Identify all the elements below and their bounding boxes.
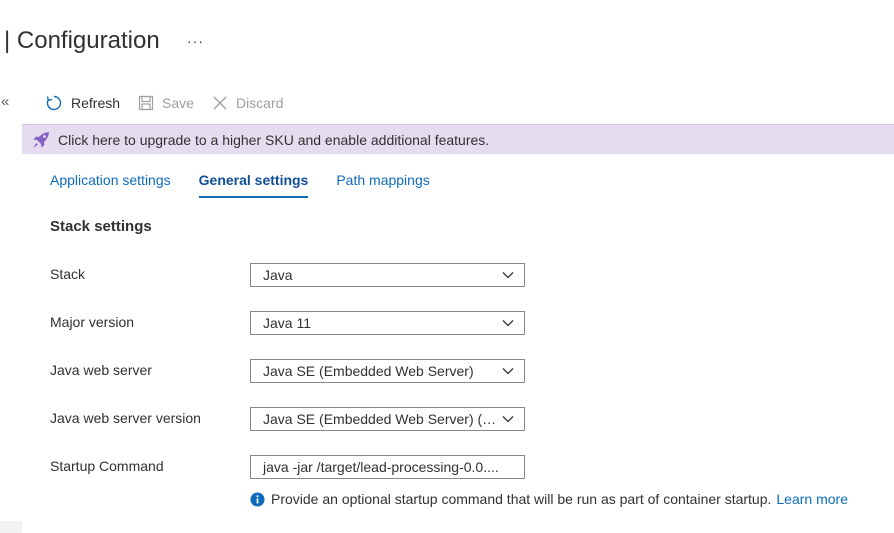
chevron-down-icon [502,320,514,327]
startup-command-hint: Provide an optional startup command that… [250,491,848,507]
collapse-sidebar-icon[interactable]: « [1,93,9,110]
stack-dropdown[interactable]: Java [250,263,525,287]
save-label: Save [162,95,194,111]
major-version-value: Java 11 [263,315,311,331]
section-title: Stack settings [50,218,152,235]
upgrade-banner[interactable]: Click here to upgrade to a higher SKU an… [22,124,894,154]
info-icon [250,491,265,507]
hint-text: Provide an optional startup command that… [271,491,772,507]
save-icon [138,95,154,111]
discard-label: Discard [235,95,284,111]
refresh-label: Refresh [71,95,121,111]
major-version-dropdown[interactable]: Java 11 [250,311,525,335]
upgrade-banner-text: Click here to upgrade to a higher SKU an… [58,131,490,148]
stack-label: Stack [50,266,86,282]
save-button[interactable]: Save [138,95,194,111]
startup-command-label: Startup Command [50,458,164,474]
refresh-button[interactable]: Refresh [45,94,120,112]
major-version-label: Major version [50,314,135,330]
command-bar: Refresh Save Discard [45,92,301,114]
java-web-server-version-label: Java web server version [50,410,201,426]
learn-more-link[interactable]: Learn more [776,491,848,507]
java-web-server-version-dropdown[interactable]: Java SE (Embedded Web Server) (aut... [250,407,525,431]
java-web-server-label: Java web server [50,362,152,378]
page-title: | Configuration [4,27,160,54]
discard-icon [213,96,227,110]
startup-command-value: java -jar /target/lead-processing-0.0...… [263,459,499,475]
startup-command-input[interactable]: java -jar /target/lead-processing-0.0...… [250,455,525,479]
refresh-icon [46,95,62,111]
java-web-server-version-value: Java SE (Embedded Web Server) (aut... [263,411,500,427]
java-web-server-dropdown[interactable]: Java SE (Embedded Web Server) [250,359,525,383]
settings-tabs: Application settings General settings Pa… [50,170,458,200]
chevron-down-icon [502,272,514,279]
discard-button[interactable]: Discard [212,95,283,111]
chevron-down-icon [502,368,514,375]
rocket-icon [33,131,49,148]
java-web-server-value: Java SE (Embedded Web Server) [263,363,474,379]
scrollbar[interactable] [0,521,22,533]
tab-path-mappings[interactable]: Path mappings [336,170,429,198]
tab-general-settings[interactable]: General settings [198,170,308,198]
tab-application-settings[interactable]: Application settings [50,170,171,198]
chevron-down-icon [502,416,514,423]
more-options-button[interactable]: ··· [187,33,204,49]
stack-value: Java [263,267,293,283]
